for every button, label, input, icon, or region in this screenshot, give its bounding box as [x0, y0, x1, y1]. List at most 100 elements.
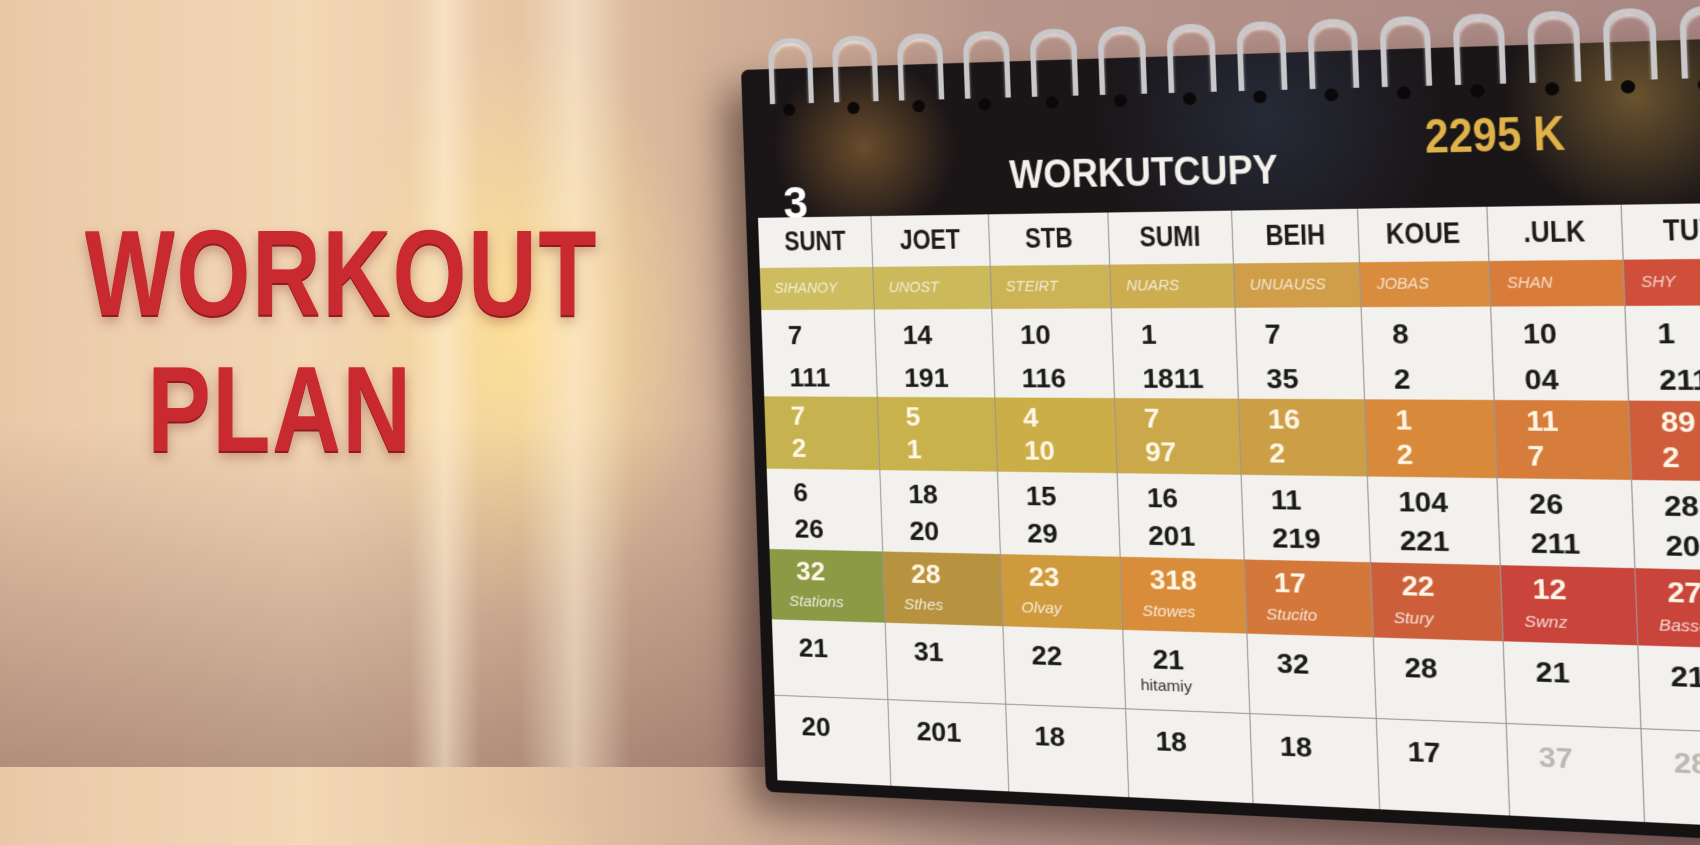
calendar-cell: 28 2017 [1632, 480, 1700, 571]
calendar-cell: BEIH [1232, 209, 1360, 264]
date-number: 21 [1152, 643, 1185, 677]
date-number: 111 [789, 362, 831, 393]
spiral-ring-icon [768, 37, 814, 104]
date-number: 1 [906, 434, 922, 466]
date-number: 18 [908, 479, 939, 511]
calendar-cell: NUARS [1110, 263, 1235, 308]
date-number: 11 [1525, 404, 1559, 438]
date-number: 27 [1667, 575, 1700, 610]
date-number: 16 [1267, 403, 1300, 436]
wall-calendar: 3 WORKUTCUPY 2295 K SUNT JOET STB SUMI BEIH K… [740, 2, 1700, 833]
spiral-ring-icon [1527, 10, 1581, 83]
calendar-cell: 6 26 [767, 469, 884, 552]
date-number: 20 [909, 515, 940, 547]
date-number: 28 [1663, 489, 1699, 524]
calendar-row: SIHANOY UNOST STEIRT NUARS UNUAUSS JOBAS SHAN S… [760, 258, 1700, 310]
calendar-cell: 11 219 [1241, 475, 1371, 562]
date-number: 201 [1147, 520, 1195, 553]
date-number: 2 [1268, 437, 1285, 470]
calendar-cell: SIHANOY [760, 267, 875, 310]
workout-note: Olvay [1021, 599, 1062, 618]
date-number: 37 [1538, 741, 1573, 776]
calendar-cell: 21 [1504, 641, 1641, 729]
calendar-cell: 1 1811 [1112, 308, 1238, 399]
calendar-cell: 28 [1374, 637, 1507, 724]
calendar-cell: 89 2 [1629, 401, 1700, 482]
day-header: .ULK [1501, 214, 1608, 250]
calendar-title: WORKUTCUPY [1009, 148, 1279, 198]
date-number: 22 [1401, 569, 1435, 603]
calendar-cell: 21 [772, 619, 889, 700]
date-number: 32 [796, 556, 826, 588]
calendar-cell: SHY [1623, 258, 1700, 306]
workout-note: Swnz [1524, 613, 1568, 633]
calendar-cell: 32 [1247, 634, 1377, 719]
calendar-cell: 1 2117 [1625, 305, 1700, 401]
date-number: 29 [1027, 517, 1059, 550]
date-number: 26 [1529, 487, 1564, 521]
date-number: 1 [1395, 404, 1413, 437]
calendar-cell: 18 [1006, 705, 1129, 798]
date-number: 104 [1398, 485, 1449, 519]
background-light-pillar [520, 0, 630, 767]
workout-note: Stowes [1142, 602, 1196, 621]
calendar-cell: JOET [872, 214, 991, 267]
calendar-cell: 28 [1641, 729, 1700, 828]
calendar-cell: 72 [764, 396, 881, 470]
calendar-cell: 27 Bassey [1635, 568, 1700, 649]
day-header: SUMI [1121, 219, 1220, 254]
spiral-ring-icon [963, 31, 1011, 99]
date-number: 7 [1143, 402, 1160, 435]
calendar-cell: SUNT [758, 216, 874, 268]
band-label: STEIRT [1006, 278, 1059, 295]
date-number: 35 [1266, 363, 1299, 396]
calendar-cell: 18 [1250, 714, 1380, 809]
date-number: 2 [1393, 363, 1411, 396]
date-number: 23 [1028, 561, 1060, 594]
workout-note: Bassey [1658, 616, 1700, 637]
date-number: 211 [1530, 527, 1581, 562]
spiral-ring-icon [1030, 28, 1079, 97]
band-label: JOBAS [1376, 275, 1429, 293]
date-number: 2117 [1658, 363, 1700, 398]
spiral-ring-icon [1166, 23, 1216, 93]
date-number: 04 [1524, 363, 1559, 397]
calendar-cell: UNUAUSS [1233, 262, 1361, 308]
date-number: 97 [1144, 436, 1177, 469]
date-number: 7 [787, 320, 803, 351]
date-number: 10 [1522, 317, 1557, 351]
workout-note: hitamiy [1140, 676, 1192, 696]
calendar-cell: 17 Stucito [1244, 559, 1374, 637]
calendar-cell: 10 04 [1492, 306, 1629, 401]
title-line-1: WORKOUT [85, 205, 475, 341]
band-label: UNOST [888, 279, 939, 296]
day-header: STB [1001, 221, 1097, 255]
date-number: 32 [1276, 647, 1309, 681]
date-number: 12 [1532, 572, 1567, 607]
date-number: 11 [1270, 484, 1302, 517]
band-label: SIHANOY [774, 279, 838, 296]
spiral-ring-icon [1307, 18, 1359, 89]
date-number: 7 [1264, 318, 1281, 351]
day-header: BEIH [1244, 217, 1345, 252]
date-number: 10 [1024, 435, 1056, 467]
calendar-cell: 318 Stowes [1121, 557, 1247, 634]
workout-note: Sthes [903, 596, 943, 614]
date-number: 1 [1657, 317, 1676, 351]
date-number: 31 [913, 636, 944, 669]
calendar-cell: 82 [1362, 307, 1495, 400]
workout-note: Stury [1393, 609, 1434, 628]
workout-plan-title: WORKOUT PLAN [30, 205, 530, 477]
calendar-cell: 15 29 [998, 472, 1121, 557]
calendar-cell: 18 [1126, 709, 1253, 803]
calendar-cell: SUMI [1108, 211, 1233, 265]
day-header: JOET [884, 223, 978, 257]
band-label: SHY [1641, 272, 1676, 290]
date-number: 221 [1399, 524, 1450, 558]
calendar-cell: 21 hitamiy [1123, 630, 1249, 714]
date-number: 218 [1670, 660, 1700, 696]
band-label: NUARS [1126, 277, 1180, 294]
day-header: KOUE [1371, 216, 1475, 252]
calendar-cell: 22 [1003, 626, 1126, 709]
calendar-cell: 14 191 [875, 309, 995, 398]
